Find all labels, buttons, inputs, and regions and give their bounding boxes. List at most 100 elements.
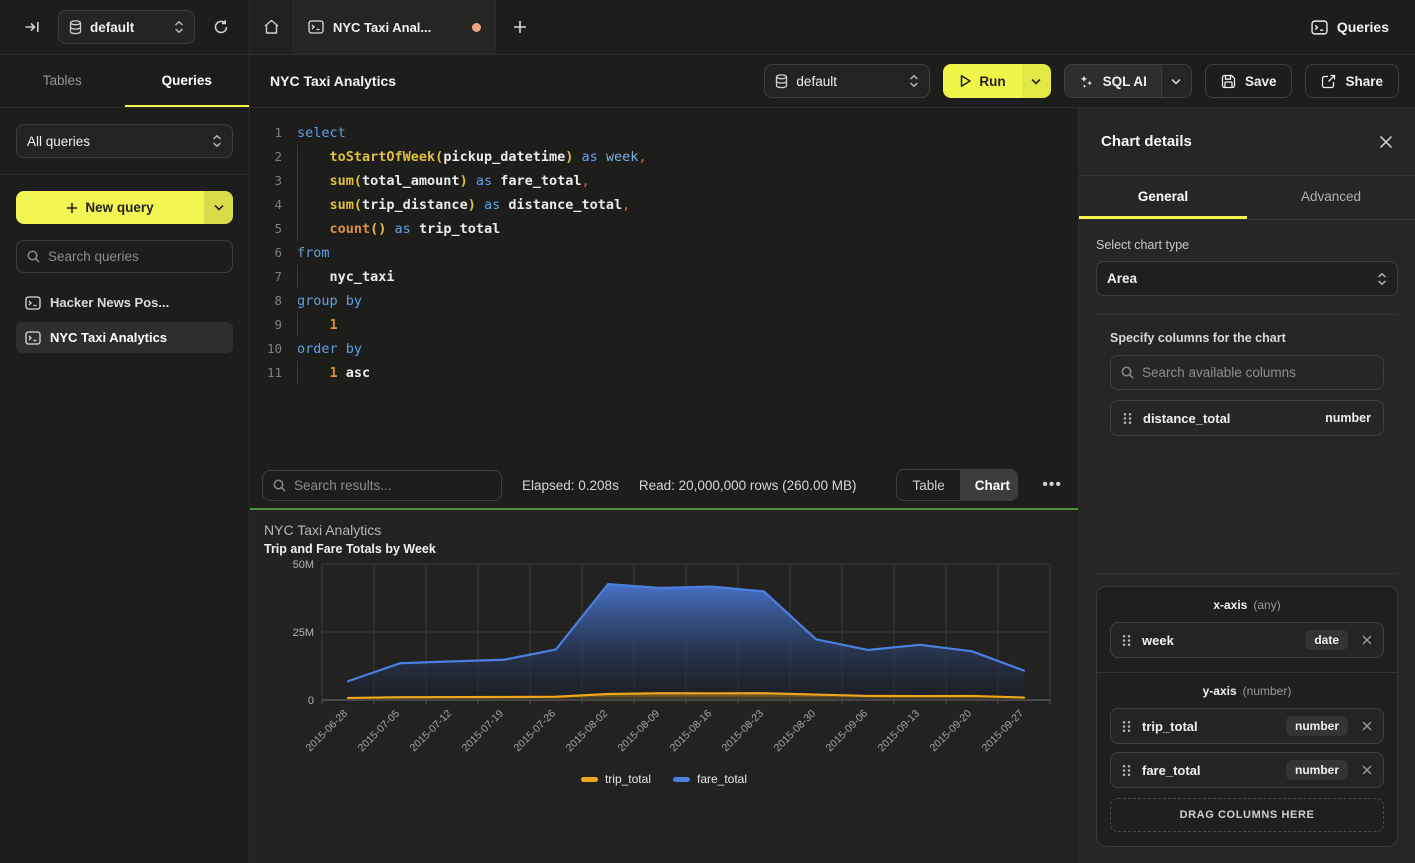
new-query-button[interactable]: New query bbox=[16, 191, 233, 224]
chart-type-select[interactable]: Area bbox=[1096, 261, 1398, 296]
sidebar-tab-tables[interactable]: Tables bbox=[0, 55, 125, 107]
chart-panel-content: Select chart type Area Specify columns f… bbox=[1079, 220, 1415, 863]
top-bar: default NYC Taxi Anal... bbox=[0, 0, 1415, 55]
search-results-input[interactable] bbox=[294, 478, 491, 493]
sidebar-tab-queries[interactable]: Queries bbox=[125, 55, 250, 107]
columns-block: Specify columns for the chart distance_t… bbox=[1079, 331, 1415, 436]
collapse-sidebar-icon[interactable] bbox=[18, 13, 46, 41]
body: TablesQueries All queries New query bbox=[0, 55, 1415, 863]
axis-column-item[interactable]: weekdate bbox=[1110, 622, 1384, 658]
close-icon[interactable] bbox=[1379, 135, 1393, 149]
line-number: 5 bbox=[250, 217, 282, 241]
search-results-box[interactable] bbox=[262, 470, 502, 501]
area-chart[interactable]: 025M50M2015-06-282015-07-052015-07-12201… bbox=[264, 556, 1064, 770]
new-tab-button[interactable] bbox=[496, 0, 544, 54]
play-icon bbox=[959, 74, 972, 88]
axis-column-name: fare_total bbox=[1142, 763, 1275, 778]
y-axis-section: y-axis(number) trip_totalnumberfare_tota… bbox=[1097, 672, 1397, 846]
search-queries-box[interactable] bbox=[16, 240, 233, 273]
chart-section: NYC Taxi Analytics Trip and Fare Totals … bbox=[250, 510, 1078, 863]
line-number: 10 bbox=[250, 337, 282, 361]
x-axis-section: x-axis(any) weekdate bbox=[1097, 587, 1397, 672]
share-button[interactable]: Share bbox=[1305, 64, 1399, 98]
database-selector[interactable]: default bbox=[58, 10, 195, 44]
chart-subtitle: Trip and Fare Totals by Week bbox=[264, 542, 1064, 556]
sql-ai-dropdown[interactable] bbox=[1161, 65, 1191, 97]
run-dropdown[interactable] bbox=[1022, 64, 1051, 98]
svg-text:0: 0 bbox=[308, 695, 314, 707]
axis-column-item[interactable]: trip_totalnumber bbox=[1110, 708, 1384, 744]
query-list-item[interactable]: Hacker News Pos... bbox=[16, 287, 233, 318]
svg-text:2015-07-12: 2015-07-12 bbox=[408, 708, 455, 755]
editor-database-selector[interactable]: default bbox=[764, 64, 930, 98]
sidebar-filter: All queries bbox=[0, 108, 249, 175]
updown-chevron-icon bbox=[1377, 272, 1387, 286]
query-filter-select[interactable]: All queries bbox=[16, 124, 233, 158]
new-query-main[interactable]: New query bbox=[16, 191, 204, 224]
line-number: 11 bbox=[250, 361, 282, 385]
remove-column-icon[interactable] bbox=[1362, 721, 1372, 731]
query-list: Hacker News Pos... NYC Taxi Analytics bbox=[0, 283, 249, 357]
column-name: distance_total bbox=[1143, 411, 1314, 426]
indent-guide bbox=[297, 313, 298, 337]
queries-nav-label: Queries bbox=[1337, 19, 1389, 35]
legend-item-trip_total[interactable]: trip_total bbox=[581, 772, 651, 786]
terminal-icon bbox=[1311, 20, 1328, 35]
svg-text:2015-08-09: 2015-08-09 bbox=[616, 708, 663, 755]
remove-column-icon[interactable] bbox=[1362, 635, 1372, 645]
svg-text:2015-09-20: 2015-09-20 bbox=[928, 708, 975, 755]
editor-line: 11 1 asc bbox=[250, 361, 1078, 385]
view-toggle-chart[interactable]: Chart bbox=[960, 470, 1018, 500]
legend-label: trip_total bbox=[605, 772, 651, 786]
rows-read: Read: 20,000,000 rows (260.00 MB) bbox=[639, 478, 857, 493]
search-columns-box[interactable] bbox=[1110, 355, 1384, 390]
divider bbox=[1096, 573, 1398, 574]
queries-nav-button[interactable]: Queries bbox=[1311, 0, 1415, 54]
sql-ai-main[interactable]: SQL AI bbox=[1065, 65, 1161, 97]
query-list-item[interactable]: NYC Taxi Analytics bbox=[16, 322, 233, 353]
axis-column-type-badge: date bbox=[1305, 630, 1348, 650]
search-queries-input[interactable] bbox=[48, 249, 222, 264]
chart-legend: trip_total fare_total bbox=[264, 772, 1064, 786]
sql-ai-button[interactable]: SQL AI bbox=[1064, 64, 1192, 98]
top-bar-spacer bbox=[544, 0, 1311, 54]
chart-type-label: Select chart type bbox=[1096, 238, 1398, 252]
x-axis-items: weekdate bbox=[1110, 622, 1384, 658]
line-number: 9 bbox=[250, 313, 282, 337]
drop-zone[interactable]: DRAG COLUMNS HERE bbox=[1110, 798, 1384, 832]
run-button[interactable]: Run bbox=[943, 64, 1050, 98]
chart-title: NYC Taxi Analytics bbox=[264, 522, 1064, 538]
indent-guide bbox=[297, 145, 298, 169]
new-query-dropdown[interactable] bbox=[204, 191, 233, 224]
svg-text:2015-09-13: 2015-09-13 bbox=[876, 708, 923, 755]
editor-line-code: group by bbox=[297, 289, 362, 313]
available-column-item[interactable]: distance_totalnumber bbox=[1110, 400, 1384, 436]
main-area: 1select2 toStartOfWeek(pickup_datetime) … bbox=[250, 108, 1078, 863]
refresh-icon[interactable] bbox=[207, 13, 235, 41]
editor-line-code: 1 bbox=[297, 313, 338, 337]
save-button[interactable]: Save bbox=[1205, 64, 1293, 98]
drag-handle-icon bbox=[1123, 412, 1132, 425]
run-button-main[interactable]: Run bbox=[943, 64, 1021, 98]
chart-panel-tab-advanced[interactable]: Advanced bbox=[1247, 176, 1415, 219]
legend-item-fare_total[interactable]: fare_total bbox=[673, 772, 747, 786]
query-list-item-label: NYC Taxi Analytics bbox=[50, 330, 167, 345]
axis-column-type-badge: number bbox=[1286, 760, 1348, 780]
updown-chevron-icon bbox=[909, 74, 919, 88]
more-options-button[interactable]: ••• bbox=[1038, 476, 1066, 494]
chart-panel-tab-general[interactable]: General bbox=[1079, 176, 1247, 219]
view-toggle-table[interactable]: Table bbox=[897, 470, 959, 500]
search-columns-input[interactable] bbox=[1142, 365, 1373, 380]
axis-column-item[interactable]: fare_total number bbox=[1110, 752, 1384, 788]
sql-editor[interactable]: 1select2 toStartOfWeek(pickup_datetime) … bbox=[250, 108, 1078, 462]
terminal-icon bbox=[308, 20, 324, 34]
editor-line: 10order by bbox=[250, 337, 1078, 361]
sidebar-search-container bbox=[16, 240, 233, 273]
query-list-item-label: Hacker News Pos... bbox=[50, 295, 169, 310]
home-tab[interactable] bbox=[250, 0, 294, 54]
sparkles-icon bbox=[1079, 74, 1094, 89]
remove-column-icon[interactable] bbox=[1362, 765, 1372, 775]
share-icon bbox=[1321, 74, 1336, 89]
query-tab-nyc-taxi[interactable]: NYC Taxi Anal... bbox=[294, 0, 496, 54]
top-bar-left: default bbox=[0, 0, 250, 54]
